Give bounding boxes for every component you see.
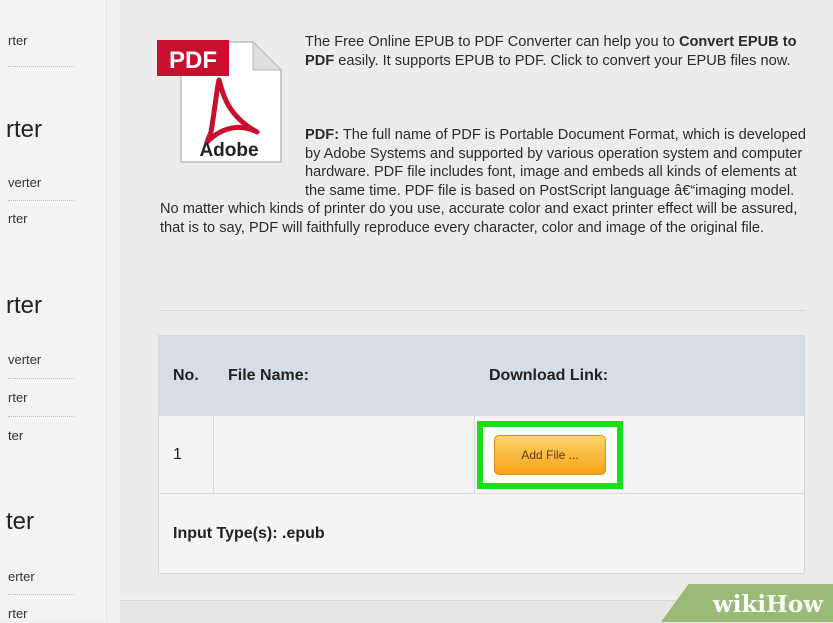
intro-paragraph: The Free Online EPUB to PDF Converter ca… xyxy=(305,33,810,70)
input-type-row: Input Type(s): .epub xyxy=(158,493,805,574)
table-row: 1 Add File ... xyxy=(158,415,805,494)
pdf-badge-label: PDF xyxy=(169,47,217,74)
sidebar-link[interactable]: ter xyxy=(8,428,23,443)
row-number: 1 xyxy=(158,415,214,494)
sidebar-divider xyxy=(8,594,74,595)
sidebar-divider xyxy=(8,66,74,67)
header-file-name: File Name: xyxy=(213,335,475,416)
sidebar-link[interactable]: rter xyxy=(8,606,28,621)
sidebar-heading: rter xyxy=(6,292,42,319)
sidebar-link[interactable]: rter xyxy=(8,390,28,405)
table-header-row: No. File Name: Download Link: xyxy=(158,335,805,416)
sidebar-heading: ter xyxy=(6,508,35,535)
sidebar-heading: rter xyxy=(6,116,42,143)
sidebar-divider xyxy=(8,416,74,417)
add-file-highlight: Add File ... xyxy=(477,420,623,489)
input-type-label: Input Type(s): .epub xyxy=(158,493,805,574)
row-download-cell: Add File ... xyxy=(474,415,805,494)
sidebar-divider xyxy=(8,200,74,201)
sidebar: rter rter verter rter rter verter rter t… xyxy=(0,0,107,622)
sidebar-link[interactable]: verter xyxy=(8,175,41,190)
header-download-link: Download Link: xyxy=(474,335,805,416)
section-divider xyxy=(160,310,805,311)
sidebar-link[interactable]: rter xyxy=(8,33,28,48)
intro-text: The Free Online EPUB to PDF Converter ca… xyxy=(305,34,679,50)
sidebar-link[interactable]: verter xyxy=(8,352,41,367)
add-file-button[interactable]: Add File ... xyxy=(494,434,606,475)
row-file-name xyxy=(213,415,475,494)
sidebar-divider xyxy=(8,378,74,379)
file-upload-table: No. File Name: Download Link: 1 Add File… xyxy=(158,335,805,574)
pdf-description-label: PDF: xyxy=(305,127,340,143)
sidebar-link[interactable]: rter xyxy=(8,211,28,226)
pdf-description: PDF: The full name of PDF is Portable Do… xyxy=(160,126,810,237)
intro-text-end: easily. It supports EPUB to PDF. Click t… xyxy=(334,52,791,69)
sidebar-link[interactable]: erter xyxy=(8,569,35,584)
wikihow-logo-text: wikiHow xyxy=(712,591,823,618)
header-no: No. xyxy=(158,335,214,416)
